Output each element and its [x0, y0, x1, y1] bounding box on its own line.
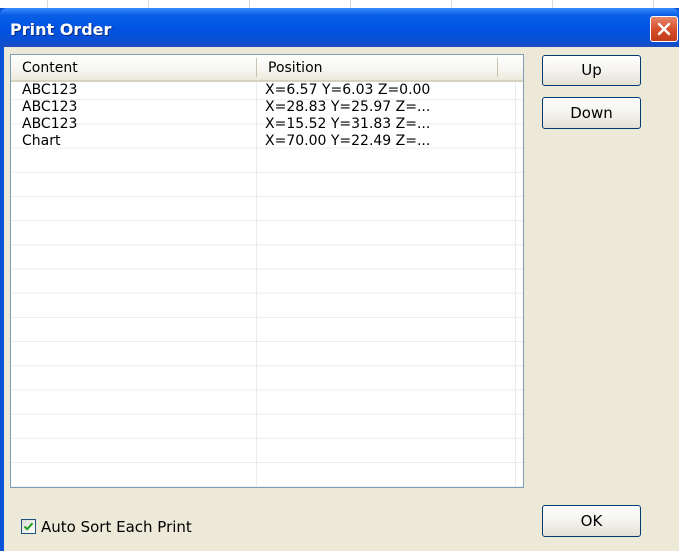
title-bar[interactable]: Print Order [0, 8, 679, 47]
cell-content: Chart [22, 133, 61, 149]
ok-button[interactable]: OK [542, 505, 641, 537]
up-button[interactable]: Up [542, 55, 641, 86]
down-button[interactable]: Down [542, 97, 641, 129]
column-header-content[interactable]: Content [11, 55, 256, 80]
list-header: Content Position [11, 55, 523, 82]
cell-position: X=70.00 Y=22.49 Z=... [265, 133, 431, 149]
dialog-body: Content Position ABC123 X=6.57 Y=6.03 Z=… [4, 47, 679, 551]
auto-sort-label[interactable]: Auto Sort Each Print [41, 519, 192, 535]
cell-position: X=6.57 Y=6.03 Z=0.00 [265, 82, 431, 98]
cell-content: ABC123 [22, 99, 78, 115]
print-order-list[interactable]: Content Position ABC123 X=6.57 Y=6.03 Z=… [10, 54, 524, 488]
column-header-position[interactable]: Position [257, 55, 497, 80]
list-row[interactable]: Chart X=70.00 Y=22.49 Z=... [11, 133, 523, 150]
cell-position: X=15.52 Y=31.83 Z=... [265, 116, 431, 132]
cell-content: ABC123 [22, 82, 78, 98]
auto-sort-checkbox[interactable] [21, 519, 36, 534]
dialog-title: Print Order [10, 20, 112, 39]
background-sheet-grid [0, 0, 679, 8]
list-row[interactable]: ABC123 X=6.57 Y=6.03 Z=0.00 [11, 82, 523, 99]
column-divider[interactable] [497, 58, 498, 77]
close-x-icon [657, 22, 671, 36]
list-row[interactable]: ABC123 X=28.83 Y=25.97 Z=... [11, 99, 523, 116]
print-order-dialog: Print Order Content Position ABC123 X=6.… [0, 8, 679, 551]
check-mark-icon [23, 522, 34, 531]
list-row[interactable]: ABC123 X=15.52 Y=31.83 Z=... [11, 116, 523, 133]
cell-position: X=28.83 Y=25.97 Z=... [265, 99, 431, 115]
cell-content: ABC123 [22, 116, 78, 132]
close-button[interactable] [650, 16, 678, 42]
